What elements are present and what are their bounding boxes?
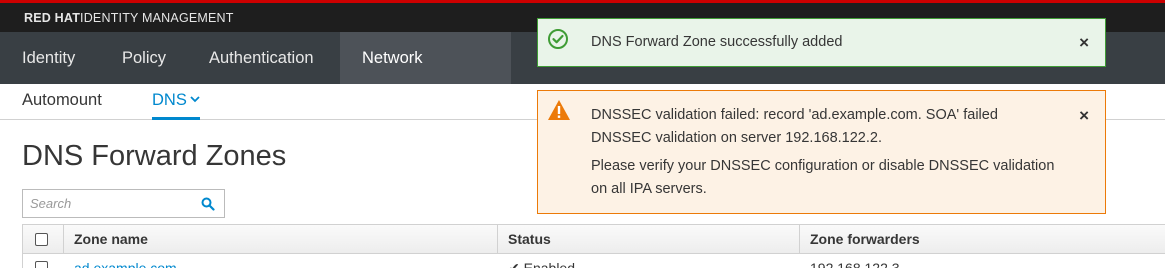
search-input[interactable]: [23, 190, 193, 217]
subnav-automount[interactable]: Automount: [22, 91, 102, 120]
warning-triangle-icon: [547, 99, 571, 125]
success-notification: DNS Forward Zone successfully added ×: [537, 18, 1106, 67]
row-checkbox[interactable]: [35, 261, 48, 268]
search-box: [22, 189, 225, 218]
status-text: Enabled: [523, 260, 576, 268]
brand-bold: RED HAT: [24, 11, 81, 25]
column-header-zone-name[interactable]: Zone name: [63, 225, 497, 254]
zone-name-link[interactable]: ad.example.com: [74, 260, 177, 268]
warning-message-line2: Please verify your DNSSEC configuration …: [591, 158, 1055, 197]
column-header-zone-forwarders[interactable]: Zone forwarders: [799, 225, 1165, 254]
table-header: Zone name Status Zone forwarders: [23, 224, 1165, 254]
warning-message-line1: DNSSEC validation failed: record 'ad.exa…: [591, 107, 998, 146]
forwarders-cell: 192.168.122.3: [810, 260, 900, 268]
check-icon: ✔: [508, 260, 520, 268]
warning-notification: DNSSEC validation failed: record 'ad.exa…: [537, 90, 1106, 214]
brand-rest: IDENTITY MANAGEMENT: [80, 11, 234, 25]
select-all-checkbox[interactable]: [35, 233, 48, 246]
status-cell: ✔ Enabled: [508, 260, 575, 268]
nav-identity[interactable]: Identity: [0, 32, 97, 84]
column-header-status[interactable]: Status: [497, 225, 799, 254]
close-icon[interactable]: ×: [1079, 106, 1089, 126]
success-message: DNS Forward Zone successfully added: [591, 34, 843, 50]
nav-network-services[interactable]: Network Services: [340, 32, 511, 119]
nav-authentication[interactable]: Authentication: [187, 32, 336, 84]
subnav-dns[interactable]: DNS: [152, 91, 200, 120]
page-title: DNS Forward Zones: [22, 140, 287, 172]
subnav-dns-label: DNS: [152, 91, 187, 109]
close-icon[interactable]: ×: [1079, 33, 1089, 53]
search-icon[interactable]: [192, 190, 224, 217]
forward-zones-table: Zone name Status Zone forwarders ad.exam…: [22, 224, 1165, 268]
nav-policy[interactable]: Policy: [100, 32, 188, 84]
check-circle-icon: [547, 28, 569, 54]
brand-logo[interactable]: RED HATIDENTITY MANAGEMENT: [24, 11, 234, 25]
chevron-down-icon: [190, 95, 200, 106]
